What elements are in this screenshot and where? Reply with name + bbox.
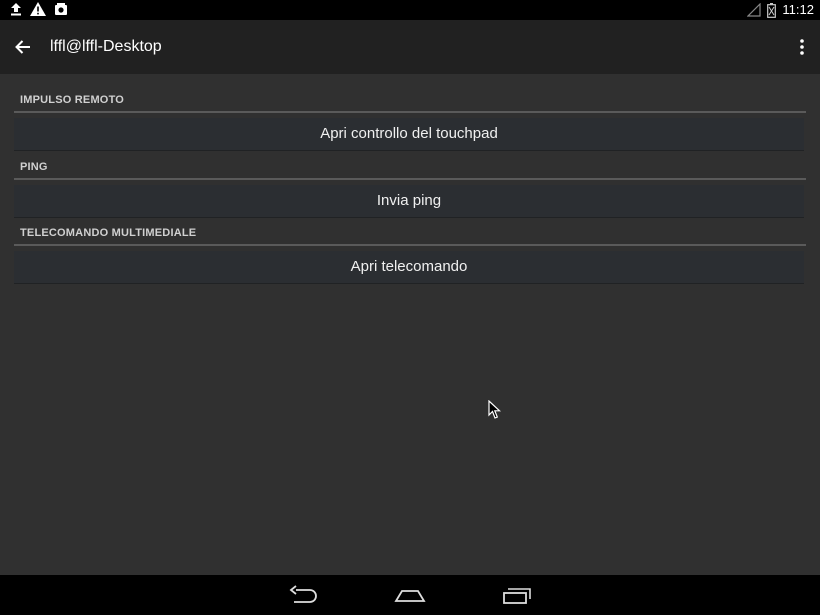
recents-nav-icon[interactable]: [502, 585, 532, 605]
photo-icon: [55, 3, 67, 15]
section-divider: [14, 178, 806, 180]
status-time: 11:12: [782, 2, 814, 17]
open-remote-button[interactable]: Apri telecomando: [14, 251, 804, 284]
no-signal-icon: [747, 3, 762, 17]
send-ping-button[interactable]: Invia ping: [14, 185, 804, 218]
action-bar: lffl@lffl-Desktop: [0, 20, 820, 74]
more-vert-icon[interactable]: [798, 37, 806, 57]
upload-icon: [11, 3, 21, 16]
open-touchpad-button[interactable]: Apri controllo del touchpad: [14, 118, 804, 151]
warning-icon: [30, 2, 46, 16]
back-nav-icon[interactable]: [288, 585, 320, 605]
home-nav-icon[interactable]: [394, 585, 426, 605]
battery-icon: [767, 2, 777, 18]
status-system: 11:12: [747, 1, 814, 19]
arrow-back-icon[interactable]: [12, 36, 34, 58]
section-divider: [14, 111, 806, 113]
section-title: PING: [20, 161, 48, 173]
status-notifications: [10, 2, 68, 16]
page-title: lffl@lffl-Desktop: [50, 38, 162, 55]
navigation-bar: [0, 575, 820, 615]
mouse-cursor-icon: [488, 400, 502, 419]
section-title: TELECOMANDO MULTIMEDIALE: [20, 227, 197, 239]
section-title: IMPULSO REMOTO: [20, 94, 125, 106]
status-bar: 11:12: [0, 0, 820, 20]
section-divider: [14, 244, 806, 246]
settings-content: IMPULSO REMOTO Apri controllo del touchp…: [0, 74, 820, 575]
